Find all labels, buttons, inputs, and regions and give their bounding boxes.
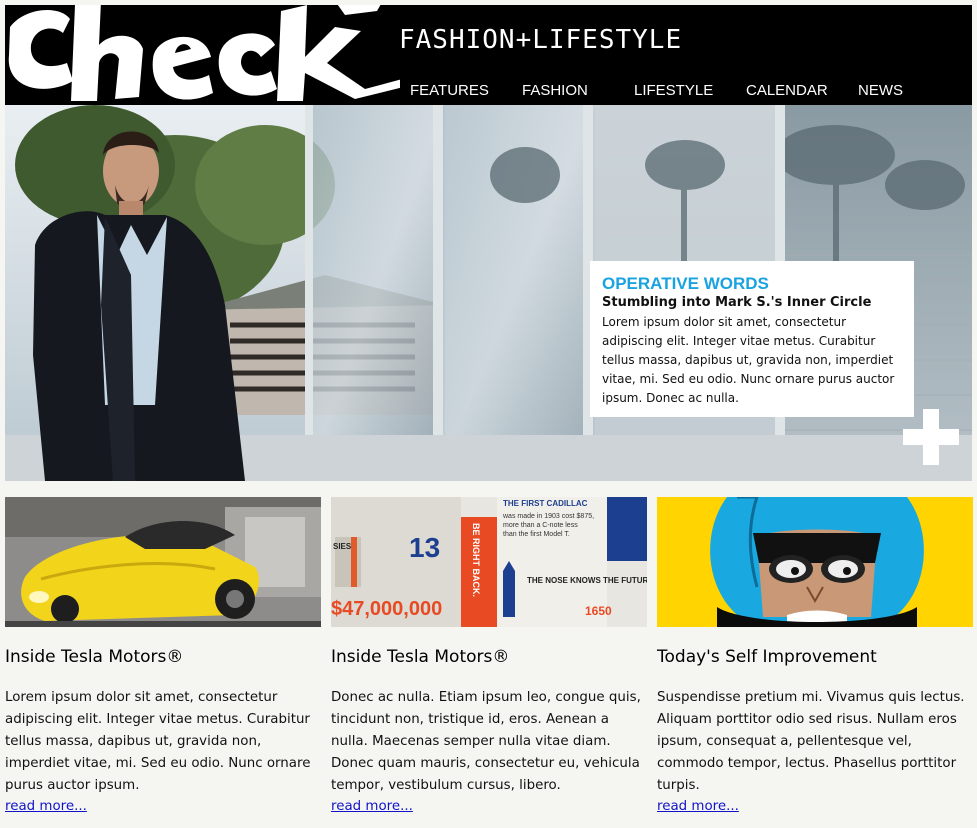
site-header: FASHION+LIFESTYLE FEATURES FASHION LIFES… (5, 5, 972, 105)
info-money: $47,000,000 (331, 598, 442, 620)
article-card-tesla: Inside Tesla Motors® Lorem ipsum dolor s… (5, 497, 321, 814)
info-big-number: 13 (409, 532, 440, 563)
feature-kicker: OPERATIVE WORDS (602, 274, 769, 293)
info-quote: BE RIGHT BACK. (471, 523, 481, 597)
hero-banner[interactable]: OPERATIVE WORDS Stumbling into Mark S.'s… (5, 105, 972, 481)
info-side-label: SIES (333, 542, 352, 551)
svg-text:more than a C-note less: more than a C-note less (503, 522, 578, 529)
article-card-self-improvement: Today's Self Improvement Suspendisse pre… (657, 497, 973, 814)
site-tagline: FASHION+LIFESTYLE (399, 25, 683, 55)
card-body: Donec ac nulla. Etiam ipsum leo, congue … (331, 690, 641, 793)
card-title[interactable]: Inside Tesla Motors® (331, 647, 509, 667)
tesla-car-image[interactable] (5, 497, 321, 627)
nav-features[interactable]: FEATURES (410, 82, 489, 99)
read-more-link[interactable]: read more... (5, 799, 87, 814)
nav-lifestyle[interactable]: LIFESTYLE (634, 82, 713, 99)
plus-icon[interactable] (903, 409, 959, 465)
info-heading2: THE NOSE KNOWS THE FUTURE (527, 576, 647, 585)
info-heading1: THE FIRST CADILLAC (503, 499, 588, 508)
article-card-cadillac: SIES 13 BE RIGHT BACK. $47,000,000 THE F… (331, 497, 647, 814)
nav-news[interactable]: NEWS (858, 82, 903, 99)
card-title[interactable]: Today's Self Improvement (657, 647, 877, 667)
svg-text:was made in 1903 cost $875,: was made in 1903 cost $875, (502, 513, 594, 520)
nav-calendar[interactable]: CALENDAR (746, 82, 828, 99)
read-more-link[interactable]: read more... (657, 799, 739, 814)
svg-text:than the first Model T.: than the first Model T. (503, 531, 570, 538)
info-number: 1650 (585, 604, 612, 618)
card-body: Suspendisse pretium mi. Vivamus quis lec… (657, 690, 965, 793)
infographic-image[interactable]: SIES 13 BE RIGHT BACK. $47,000,000 THE F… (331, 497, 647, 627)
feature-callout[interactable]: OPERATIVE WORDS Stumbling into Mark S.'s… (590, 261, 914, 417)
card-body: Lorem ipsum dolor sit amet, consectetur … (5, 690, 311, 793)
helmet-illustration[interactable] (657, 497, 973, 627)
card-title[interactable]: Inside Tesla Motors® (5, 647, 183, 667)
feature-title[interactable]: Stumbling into Mark S.'s Inner Circle (602, 294, 902, 312)
nav-fashion[interactable]: FASHION (522, 82, 588, 99)
read-more-link[interactable]: read more... (331, 799, 413, 814)
check-logo[interactable] (5, 5, 400, 105)
feature-text: Lorem ipsum dolor sit amet, consectetur … (602, 315, 895, 405)
